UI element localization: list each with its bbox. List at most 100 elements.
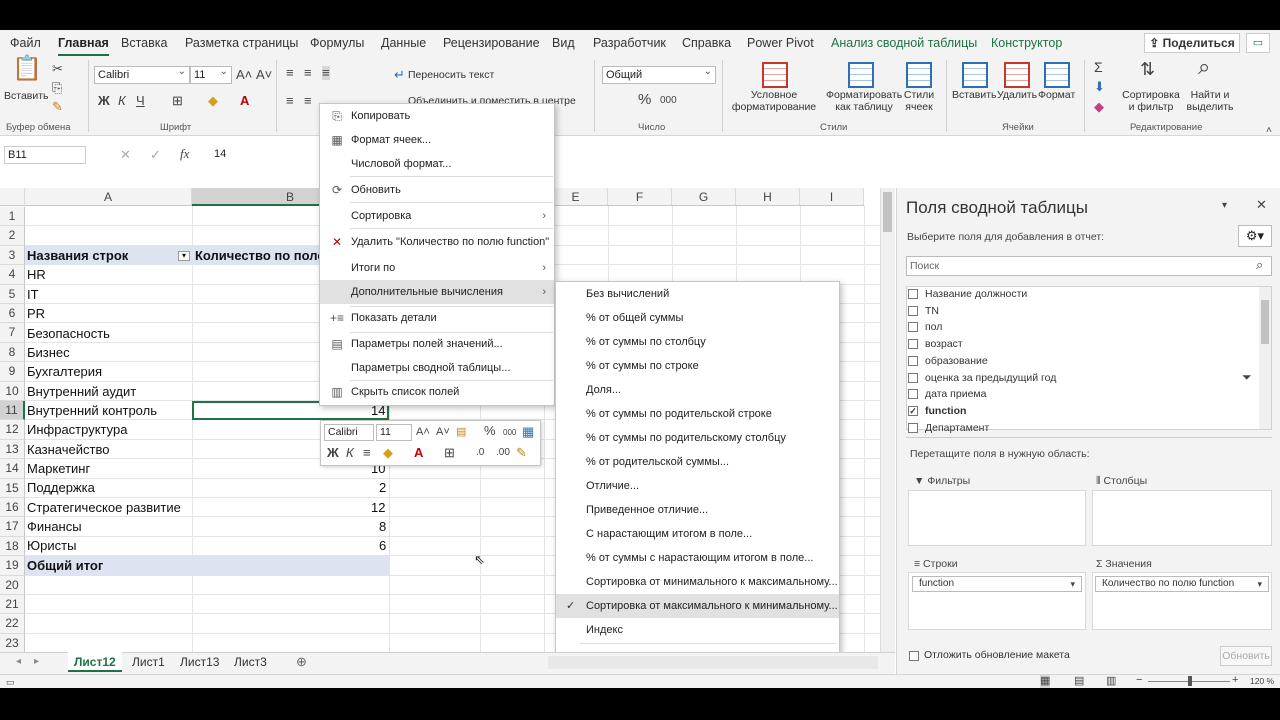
row-header[interactable]: 15 [0, 478, 25, 498]
decrease-font-icon[interactable]: A˅ [256, 68, 272, 82]
submenu-item[interactable]: % от родительской суммы... [556, 450, 839, 474]
field-checkbox[interactable] [908, 372, 918, 383]
defer-update-checkbox[interactable] [909, 651, 919, 661]
pivot-row-label[interactable]: Бухгалтерия [27, 362, 102, 381]
align-top-icon[interactable]: ≡ [286, 66, 294, 80]
field-checkbox[interactable] [908, 322, 918, 333]
horizontal-scrollbar[interactable] [548, 656, 878, 669]
sheet-tab[interactable]: Лист12 [68, 652, 122, 672]
conditional-format-icon[interactable] [762, 62, 788, 88]
macro-record-icon[interactable]: ▭ [6, 675, 15, 689]
row-header[interactable]: 6 [0, 304, 25, 324]
normal-view-icon[interactable]: ▦ [1040, 674, 1051, 688]
delete-cells-button[interactable]: Удалить [997, 89, 1037, 101]
pivot-field-item[interactable]: оценка за предыдущий год [908, 370, 1056, 386]
tab-review[interactable]: Рецензирование [443, 36, 540, 50]
pivot-field-item[interactable]: дата приема [908, 386, 986, 402]
insert-cells-button[interactable]: Вставить [952, 89, 997, 101]
sheet-tab[interactable]: Лист13 [174, 652, 225, 672]
share-button[interactable]: ⇪ Поделиться [1144, 33, 1240, 53]
submenu-item[interactable]: Без вычислений [556, 282, 839, 306]
gear-icon[interactable]: ⚙▾ [1238, 225, 1272, 247]
mini-borders-icon[interactable]: ⊞ [444, 446, 455, 460]
pivot-row-label[interactable]: PR [27, 304, 45, 323]
field-checkbox[interactable] [908, 339, 918, 350]
row-header[interactable]: 13 [0, 439, 25, 460]
row-header[interactable]: 3 [0, 245, 25, 266]
context-menu-item[interactable]: +≡ Показать детали [320, 306, 554, 330]
format-cells-button[interactable]: Формат [1038, 89, 1075, 101]
align-middle-icon[interactable]: ≡ [304, 66, 312, 80]
mini-font-select[interactable]: Calibri [324, 424, 374, 441]
mini-fill-icon[interactable]: ◆ [383, 446, 393, 460]
column-header[interactable]: A [25, 188, 192, 206]
pivot-field-item[interactable]: Департамент [908, 420, 989, 436]
row-header[interactable]: 7 [0, 323, 25, 343]
pivot-row-label[interactable]: Казначейство [27, 440, 109, 459]
columns-drop-zone[interactable] [1092, 490, 1272, 546]
submenu-item[interactable]: Индекс [556, 618, 839, 642]
sort-filter-icon[interactable]: ⇅ [1140, 60, 1155, 78]
context-menu-item[interactable]: Итоги по › [320, 256, 554, 280]
submenu-item[interactable]: С нарастающим итогом в поле... [556, 522, 839, 546]
collapse-ribbon-icon[interactable]: ˄ [1266, 124, 1272, 138]
add-sheet-icon[interactable]: ⊕ [296, 655, 307, 669]
tab-pivot-analyze[interactable]: Анализ сводной таблицы [831, 36, 977, 50]
submenu-item[interactable]: % от суммы по родительской строке [556, 402, 839, 426]
sheet-tab[interactable]: Лист3 [228, 652, 273, 672]
copy-icon[interactable]: ⎘ [52, 81, 62, 95]
pivot-value[interactable]: 12 [371, 498, 385, 517]
values-field-count[interactable]: Количество по полю function [1095, 576, 1269, 592]
page-layout-view-icon[interactable]: ▤ [1074, 674, 1084, 688]
mini-size-select[interactable]: 11 [376, 424, 412, 441]
row-header[interactable]: 10 [0, 381, 25, 401]
tab-design[interactable]: Конструктор [991, 36, 1062, 50]
row-header[interactable]: 14 [0, 459, 25, 479]
tab-developer[interactable]: Разработчик [593, 36, 666, 50]
pivot-value[interactable]: 6 [379, 536, 386, 555]
mini-format-icon[interactable]: ▤ [456, 425, 466, 439]
mini-table-icon[interactable]: ▦ [522, 425, 534, 439]
sort-filter-button[interactable]: Сортировка и фильтр [1120, 89, 1182, 113]
paste-icon[interactable]: 📋 [12, 57, 42, 81]
delete-cells-icon[interactable] [1004, 62, 1030, 88]
context-menu-item[interactable]: Сортировка › [320, 204, 554, 228]
pivot-field-item[interactable]: возраст [908, 336, 963, 352]
sheet-tab[interactable]: Лист1 [126, 652, 171, 672]
tab-data[interactable]: Данные [381, 36, 426, 50]
mini-percent-icon[interactable]: % [484, 424, 496, 438]
autosum-icon[interactable]: Σ [1094, 60, 1103, 74]
increase-font-icon[interactable]: A˄ [236, 68, 252, 82]
vertical-scrollbar[interactable] [880, 188, 895, 652]
mini-bold-button[interactable]: Ж [327, 446, 339, 460]
font-size-select[interactable]: 11 [190, 64, 232, 84]
wrap-text-button[interactable]: Переносить текст [408, 69, 494, 81]
number-format-select[interactable]: Общий [602, 64, 716, 84]
context-menu-item[interactable]: ▥ Скрыть список полей [320, 380, 554, 404]
mini-align-icon[interactable]: ≡ [363, 446, 371, 460]
field-checkbox[interactable]: ✓ [908, 405, 918, 416]
mini-decrease-font-icon[interactable]: A˅ [436, 425, 450, 439]
field-checkbox[interactable] [908, 289, 918, 299]
filters-drop-zone[interactable] [908, 490, 1086, 546]
row-header[interactable]: 23 [0, 633, 25, 654]
pivot-row-label[interactable]: Бизнес [27, 343, 70, 362]
row-header[interactable]: 9 [0, 362, 25, 382]
submenu-item[interactable]: Сортировка от минимального к максимально… [556, 570, 839, 594]
pivot-field-item[interactable]: ✓ function [908, 403, 966, 419]
tab-home[interactable]: Главная [58, 36, 109, 56]
mini-font-color-icon[interactable]: A [414, 446, 423, 460]
row-header[interactable]: 5 [0, 284, 25, 304]
page-break-view-icon[interactable]: ▥ [1106, 674, 1116, 688]
context-menu-item[interactable]: ⟳ Обновить [320, 178, 554, 202]
zoom-level[interactable]: 120 % [1250, 676, 1274, 686]
mini-increase-font-icon[interactable]: A˄ [416, 425, 430, 439]
rows-field-function[interactable]: function [912, 576, 1082, 592]
tab-view[interactable]: Вид [552, 36, 575, 50]
row-header[interactable]: 17 [0, 517, 25, 537]
percent-icon[interactable]: % [638, 92, 651, 107]
insert-function-icon[interactable]: fx [180, 147, 189, 161]
update-button[interactable]: Обновить [1220, 646, 1272, 666]
zoom-in-icon[interactable]: + [1232, 673, 1238, 687]
submenu-item[interactable]: % от суммы по родительскому столбцу [556, 426, 839, 450]
